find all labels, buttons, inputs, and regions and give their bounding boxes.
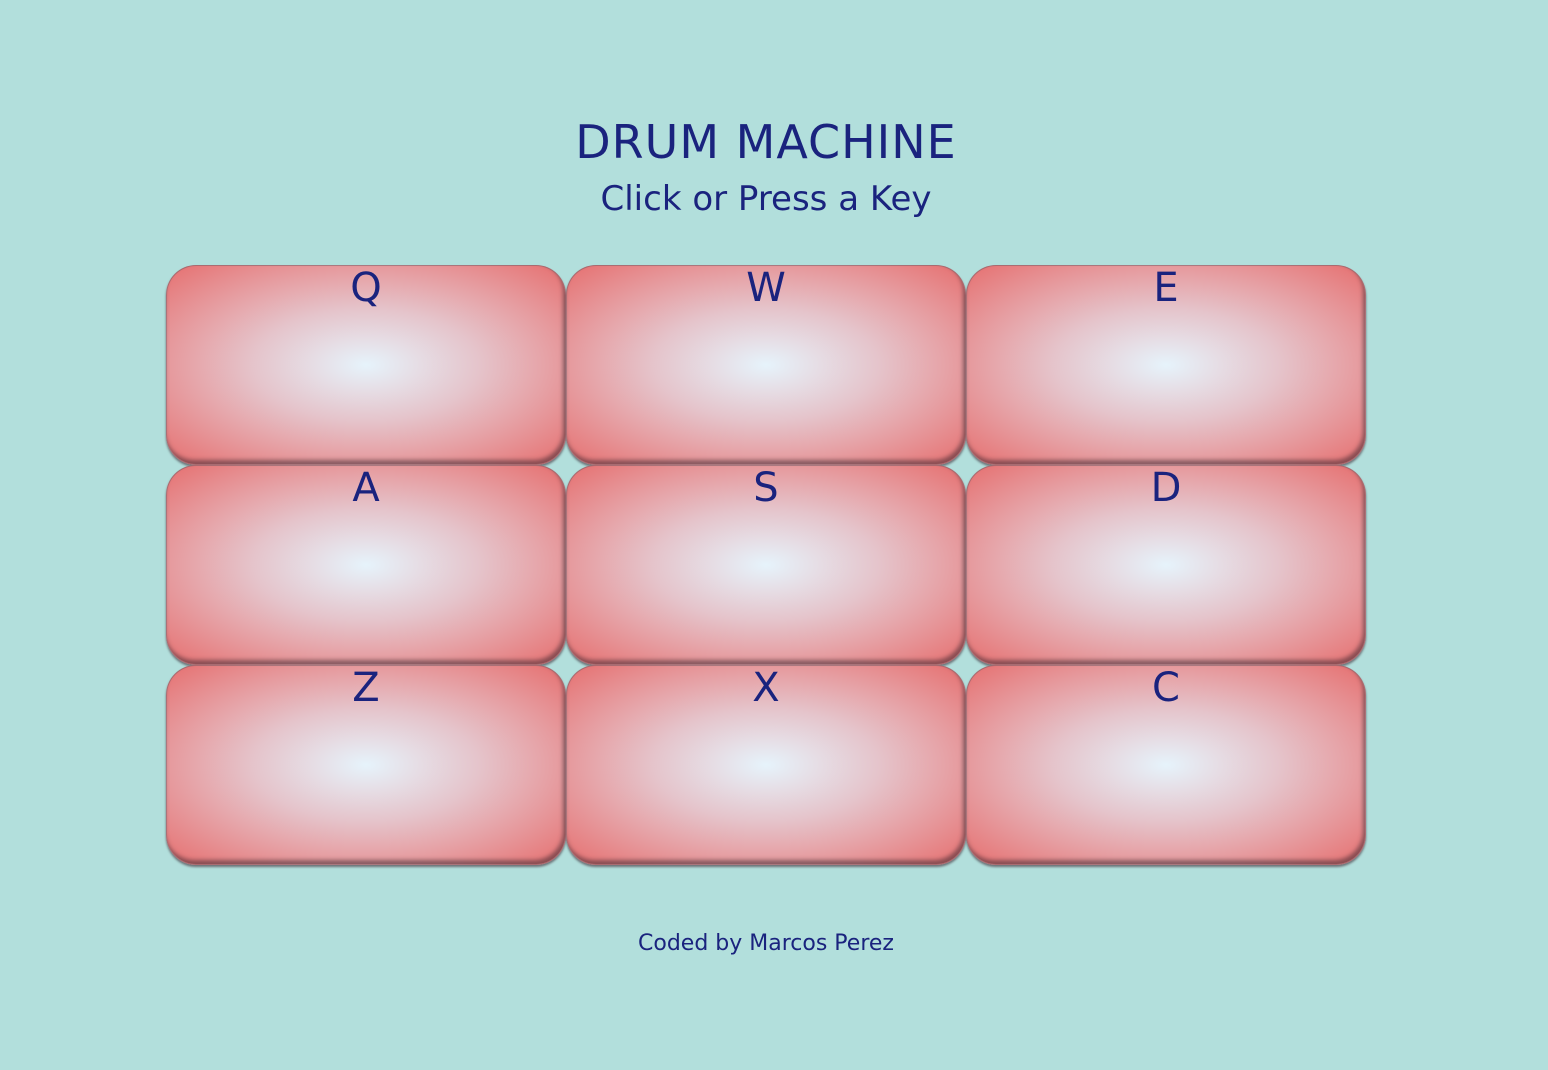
drum-pad-key-label: Q: [350, 265, 382, 311]
drum-pad-q[interactable]: Q: [166, 265, 566, 465]
drum-pad-key-label: E: [1153, 265, 1179, 311]
drum-pad-key-label: A: [352, 465, 380, 511]
drum-pad-e[interactable]: E: [966, 265, 1366, 465]
drum-pad-x[interactable]: X: [566, 665, 966, 865]
drum-machine-page: DRUM MACHINE Click or Press a Key Q W E …: [0, 0, 1548, 1070]
drum-pad-key-label: X: [752, 665, 780, 711]
page-title: DRUM MACHINE: [575, 115, 957, 169]
footer-credit: Coded by Marcos Perez: [638, 931, 894, 956]
drum-pad-key-label: S: [753, 465, 779, 511]
drum-pad-d[interactable]: D: [966, 465, 1366, 665]
drum-pad-a[interactable]: A: [166, 465, 566, 665]
drum-pad-w[interactable]: W: [566, 265, 966, 465]
drum-pad-key-label: D: [1150, 465, 1182, 511]
drum-pad-key-label: C: [1152, 665, 1180, 711]
drum-pad-grid: Q W E A S D Z X C: [166, 265, 1366, 865]
drum-pad-key-label: W: [746, 265, 786, 311]
drum-pad-c[interactable]: C: [966, 665, 1366, 865]
page-subtitle: Click or Press a Key: [600, 179, 932, 219]
drum-pad-key-label: Z: [352, 665, 380, 711]
drum-pad-z[interactable]: Z: [166, 665, 566, 865]
drum-pad-s[interactable]: S: [566, 465, 966, 665]
